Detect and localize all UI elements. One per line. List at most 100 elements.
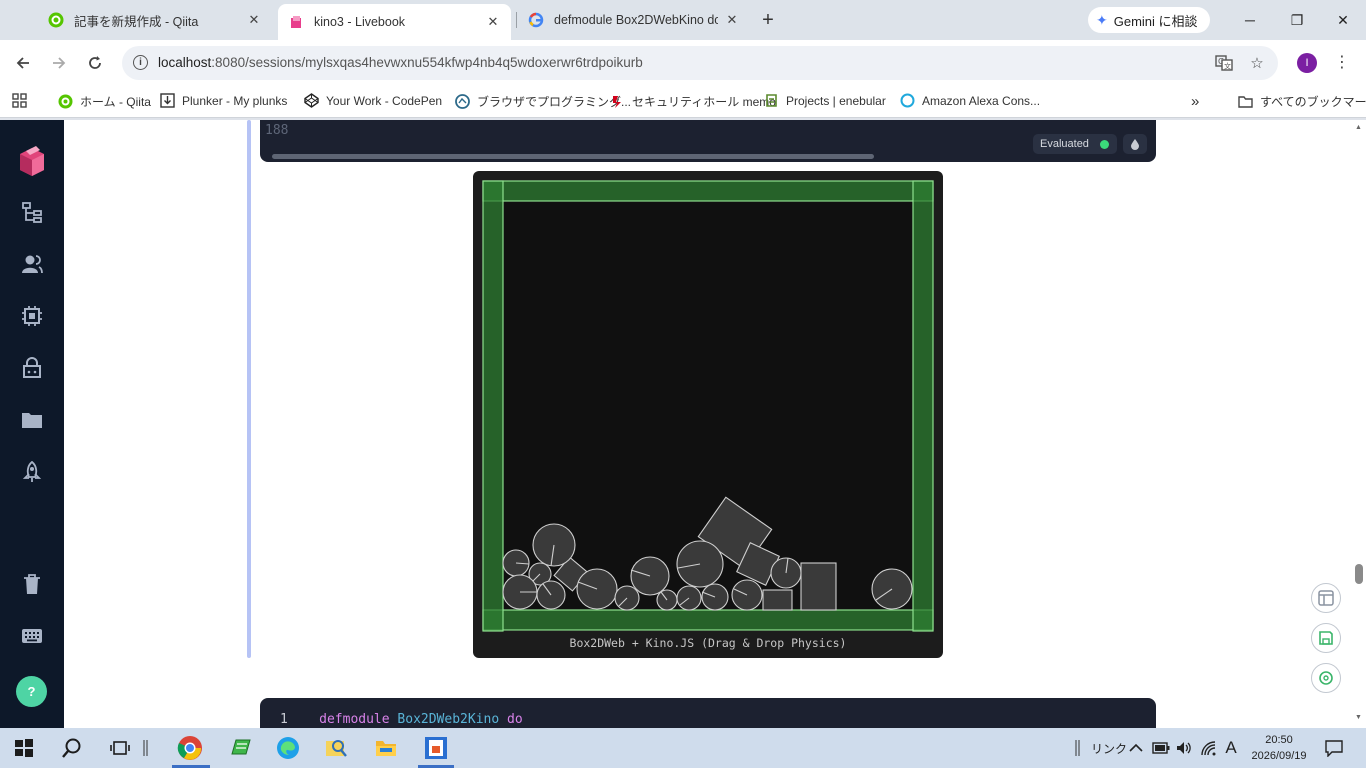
livebook-logo-icon[interactable] bbox=[16, 142, 48, 178]
runtime-reconnect-button[interactable] bbox=[1311, 663, 1341, 693]
evaluation-status-badge: Evaluated bbox=[1033, 134, 1117, 154]
volume-icon[interactable] bbox=[1173, 734, 1195, 762]
minimize-button[interactable]: ─ bbox=[1236, 8, 1264, 32]
network-icon[interactable] bbox=[1198, 734, 1220, 762]
bookmark-plunker[interactable]: Plunker - My plunks bbox=[160, 93, 287, 108]
scrollbar-thumb[interactable] bbox=[1355, 564, 1363, 584]
physics-ball bbox=[701, 583, 729, 611]
address-bar[interactable]: i localhost:8080/sessions/mylsxqas4hevwx… bbox=[122, 46, 1278, 80]
physics-canvas[interactable] bbox=[473, 171, 943, 636]
physics-ball bbox=[502, 549, 530, 577]
notification-icon[interactable] bbox=[1320, 734, 1348, 762]
wall-right bbox=[912, 180, 934, 632]
keyboard-shortcuts-icon[interactable] bbox=[20, 624, 44, 648]
more-bookmarks-icon[interactable]: » bbox=[1191, 93, 1199, 110]
translate-icon[interactable]: G文 bbox=[1215, 54, 1233, 72]
app-layout-button[interactable] bbox=[1311, 583, 1341, 613]
page-scrollbar[interactable]: ▲ ▼ bbox=[1352, 120, 1366, 728]
wall-bottom bbox=[482, 609, 934, 631]
profile-avatar[interactable]: I bbox=[1297, 53, 1317, 73]
new-tab-button[interactable]: + bbox=[757, 9, 779, 31]
secrets-lock-icon[interactable] bbox=[20, 356, 44, 380]
droplet-icon bbox=[1131, 139, 1139, 150]
bookmark-qiita[interactable]: ホーム - Qiita bbox=[58, 93, 151, 110]
files-folder-icon[interactable] bbox=[20, 408, 44, 432]
url-text[interactable]: localhost:8080/sessions/mylsxqas4hevwxnu… bbox=[158, 55, 643, 70]
code-keyword: defmodule bbox=[319, 712, 390, 727]
close-icon[interactable]: ✕ bbox=[485, 14, 501, 30]
clock-date: 2026/09/19 bbox=[1251, 750, 1307, 762]
tab-livebook[interactable]: kino3 - Livebook ✕ bbox=[278, 4, 511, 40]
close-icon[interactable]: ✕ bbox=[724, 12, 740, 28]
refresh-circle-icon bbox=[1319, 671, 1333, 685]
ime-indicator[interactable]: A bbox=[1220, 734, 1242, 762]
bookmark-browser-programming[interactable]: ブラウザでプログラミング... bbox=[455, 93, 631, 110]
memo-icon bbox=[610, 94, 625, 109]
help-button[interactable]: ? bbox=[16, 676, 47, 707]
chrome-icon[interactable] bbox=[176, 734, 204, 762]
scroll-up-icon[interactable]: ▲ bbox=[1355, 124, 1362, 131]
taskbar-divider-icon bbox=[140, 734, 152, 762]
bookmark-label: Your Work - CodePen bbox=[326, 93, 443, 108]
file-explorer-icon[interactable] bbox=[372, 734, 400, 762]
outline-tree-icon[interactable] bbox=[20, 200, 44, 224]
bookmark-enebular[interactable]: Projects | enebular bbox=[764, 93, 886, 108]
bookmark-alexa[interactable]: Amazon Alexa Cons... bbox=[900, 93, 1040, 108]
bookmark-security-memo[interactable]: セキュリティホール memo bbox=[610, 93, 776, 110]
code-module-name: Box2DWeb2Kino bbox=[397, 712, 500, 727]
reload-button[interactable] bbox=[83, 51, 107, 75]
browser-menu-icon[interactable]: ⋮ bbox=[1334, 52, 1350, 72]
codepen-icon bbox=[304, 93, 319, 108]
physics-ball bbox=[731, 579, 763, 611]
restore-button[interactable]: ❐ bbox=[1283, 8, 1311, 32]
livebook-sidebar: ? bbox=[0, 120, 64, 728]
all-bookmarks-button[interactable]: すべてのブックマーク bbox=[1238, 93, 1366, 110]
deploy-rocket-icon[interactable] bbox=[20, 460, 44, 484]
qiita-icon bbox=[48, 12, 64, 28]
physics-box bbox=[800, 562, 837, 611]
bookmark-label: Projects | enebular bbox=[786, 93, 886, 108]
dependency-drop-button[interactable] bbox=[1123, 134, 1147, 154]
apps-grid-icon[interactable] bbox=[12, 93, 27, 108]
scroll-down-icon[interactable]: ▼ bbox=[1355, 714, 1362, 721]
tab-google[interactable]: defmodule Box2DWebKino do ✕ bbox=[518, 4, 750, 36]
bookmark-label: Amazon Alexa Cons... bbox=[922, 93, 1041, 108]
task-view-icon[interactable] bbox=[106, 734, 134, 762]
windows-start-icon[interactable] bbox=[10, 734, 38, 762]
physics-ball bbox=[630, 556, 670, 596]
gemini-label: Gemini に相談 bbox=[1113, 13, 1198, 29]
site-info-icon[interactable]: i bbox=[133, 55, 148, 70]
alexa-icon bbox=[900, 93, 915, 108]
physics-ball bbox=[656, 589, 678, 611]
battery-icon[interactable] bbox=[1150, 734, 1172, 762]
code-cell-previous[interactable]: 188 bbox=[260, 120, 1156, 162]
bookmark-codepen[interactable]: Your Work - CodePen bbox=[304, 93, 442, 108]
physics-ball bbox=[770, 557, 802, 589]
trash-icon[interactable] bbox=[20, 572, 44, 596]
bookmarks-bar: ホーム - Qiita Plunker - My plunks Your Wor… bbox=[0, 86, 1366, 118]
system-clock[interactable]: 20:50 2026/09/19 bbox=[1244, 732, 1314, 764]
tab-separator bbox=[516, 12, 517, 28]
cpu-runtime-icon[interactable] bbox=[20, 304, 44, 328]
code-cell-next[interactable]: 1 defmodule Box2DWeb2Kino do bbox=[260, 698, 1156, 728]
forward-button[interactable] bbox=[47, 51, 71, 75]
close-icon[interactable]: ✕ bbox=[246, 12, 262, 28]
tray-links-label[interactable]: リンク bbox=[1091, 740, 1127, 757]
close-window-button[interactable]: ✕ bbox=[1329, 8, 1357, 32]
gemini-button[interactable]: ✦ Gemini に相談 bbox=[1088, 7, 1210, 33]
bookmark-star-icon[interactable]: ☆ bbox=[1248, 54, 1266, 72]
back-button[interactable] bbox=[11, 51, 35, 75]
google-icon bbox=[528, 12, 544, 28]
save-notebook-button[interactable] bbox=[1311, 623, 1341, 653]
search-icon[interactable] bbox=[58, 734, 86, 762]
edge-icon[interactable] bbox=[274, 734, 302, 762]
chevron-up-icon[interactable] bbox=[1124, 734, 1148, 762]
notepad-icon[interactable] bbox=[226, 734, 254, 762]
users-icon[interactable] bbox=[20, 252, 44, 276]
horizontal-scrollbar[interactable] bbox=[272, 154, 874, 159]
app-icon[interactable] bbox=[422, 734, 450, 762]
status-dot bbox=[1100, 140, 1109, 149]
image-viewer-icon[interactable] bbox=[322, 734, 350, 762]
layout-icon bbox=[1318, 590, 1334, 606]
tab-qiita[interactable]: 記事を新規作成 - Qiita ✕ bbox=[38, 4, 272, 36]
